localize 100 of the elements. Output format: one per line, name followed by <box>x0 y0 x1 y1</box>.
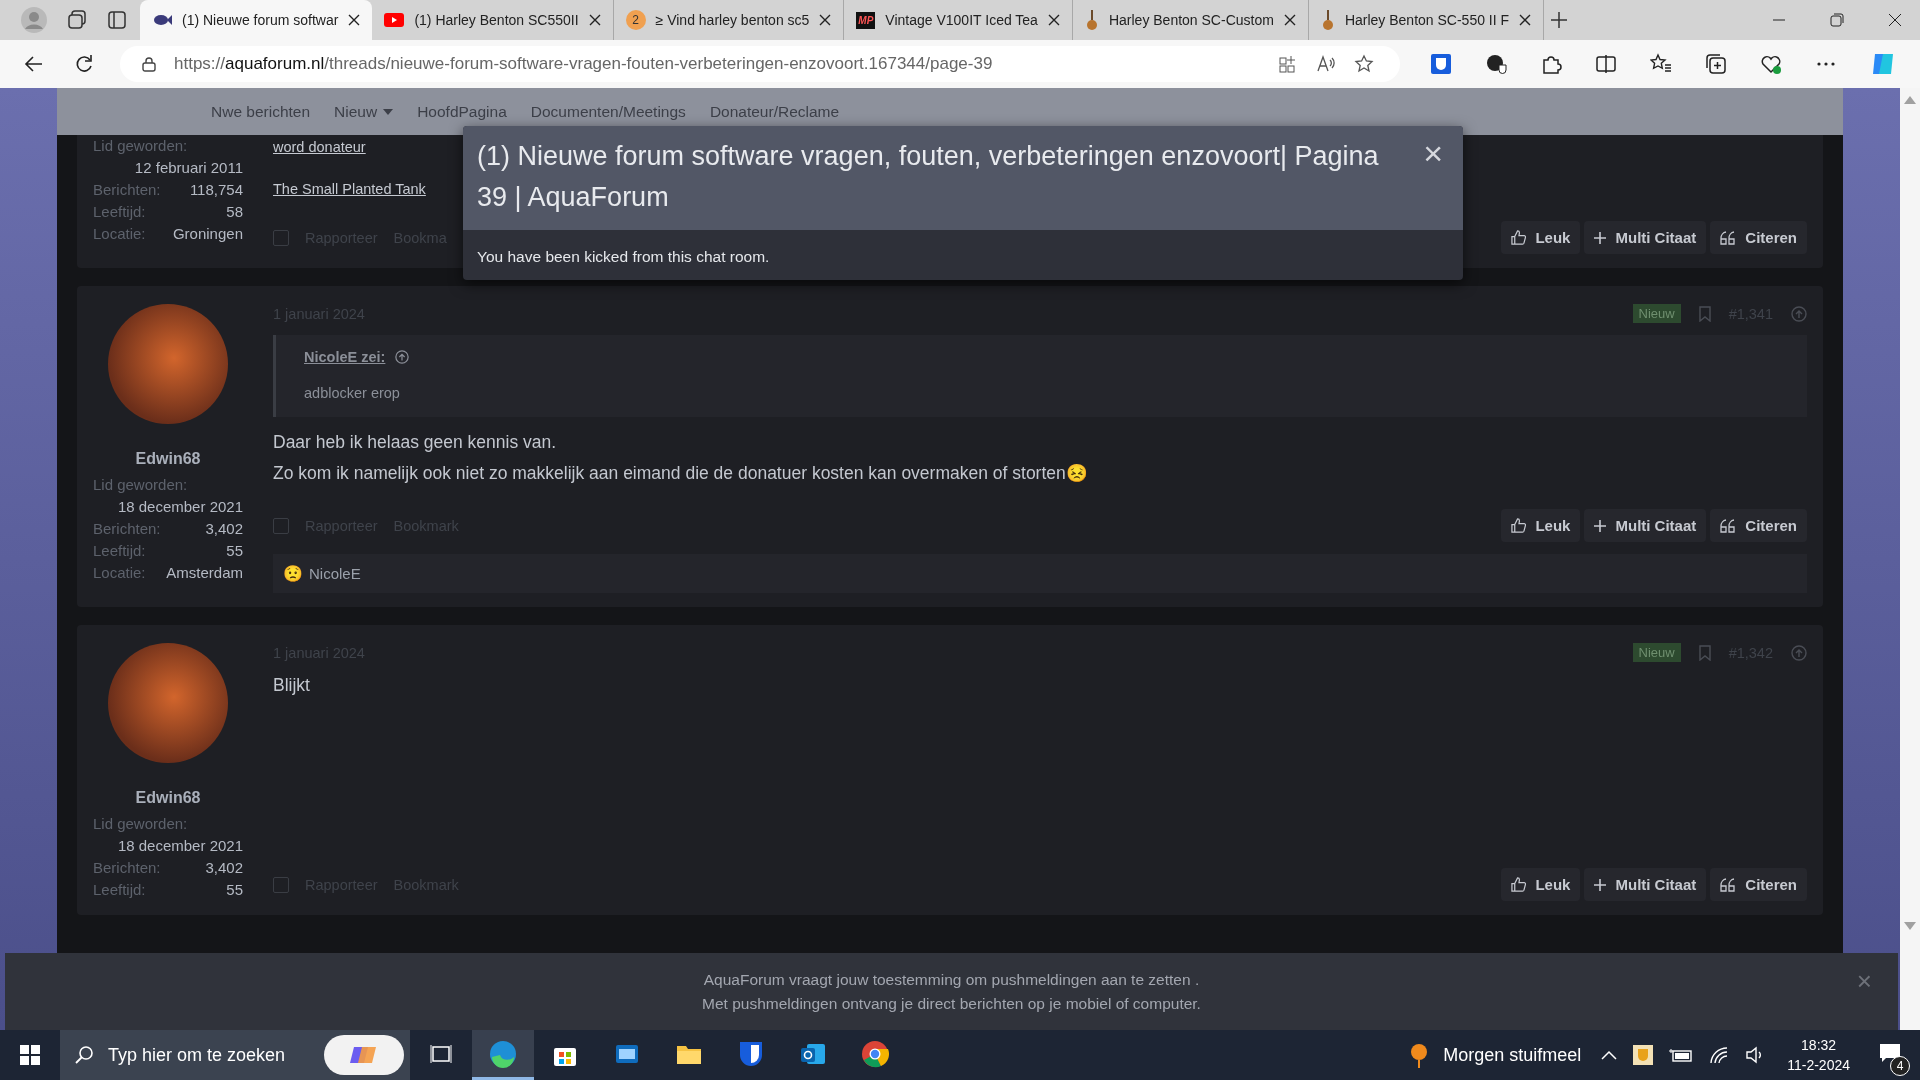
tab-title: Harley Benton SC-Custom <box>1108 12 1274 28</box>
thumbs-up-icon <box>1511 877 1527 892</box>
wifi-icon[interactable] <box>1709 1046 1730 1064</box>
read-aloud-icon[interactable] <box>1316 54 1336 74</box>
stat-value: 18 december 2021 <box>117 836 243 856</box>
action-button[interactable]: Leuk <box>1501 868 1581 901</box>
refresh-icon[interactable] <box>74 54 94 74</box>
puzzle-icon[interactable] <box>1540 53 1562 75</box>
quote-text: adblocker erop <box>304 385 401 401</box>
action-button[interactable]: Leuk <box>1501 221 1581 254</box>
tab-title: Harley Benton SC-550 II F <box>1344 12 1510 28</box>
shield-badge-icon[interactable] <box>1633 1045 1654 1065</box>
username[interactable]: Edwin68 <box>135 789 201 807</box>
plus-icon <box>1594 231 1607 244</box>
action-button[interactable]: Citeren <box>1710 868 1807 901</box>
assistant-icon[interactable] <box>1870 51 1896 77</box>
weather-text[interactable]: Morgen stuifmeel <box>1443 1044 1582 1066</box>
new-badge: Nieuw <box>1632 643 1681 662</box>
collections-icon[interactable] <box>1705 53 1727 75</box>
close-icon[interactable] <box>1888 13 1902 27</box>
stat-value: 55 <box>226 541 243 561</box>
signature-link[interactable]: word donateur <box>273 139 366 155</box>
wave-browser-icon <box>488 1038 518 1069</box>
select-checkbox[interactable] <box>273 229 289 246</box>
action-button[interactable]: Citeren <box>1710 221 1807 254</box>
signature-link[interactable]: The Small Planted Tank <box>273 181 426 197</box>
favorites-icon[interactable] <box>1650 53 1672 75</box>
restore-icon[interactable] <box>1830 13 1844 27</box>
stat-value: 18 december 2021 <box>117 497 243 517</box>
quote-author-link[interactable]: NicoleE zei: <box>304 349 386 365</box>
stat-value: 58 <box>226 202 243 222</box>
search-icon <box>74 1045 94 1065</box>
notice-text: Met pushmeldingen ontvang je direct berichten op je mobiel of computer. <box>702 994 1201 1013</box>
close-icon[interactable] <box>348 14 361 26</box>
stat-label: Berichten: <box>93 180 161 200</box>
app-add-icon[interactable] <box>1278 54 1298 74</box>
close-button[interactable]: × <box>1417 136 1449 170</box>
stat-value: Amsterdam <box>166 563 243 583</box>
stat-label: Leeftijd: <box>93 880 146 900</box>
search-field[interactable]: Typ hier om te zoeken <box>60 1030 410 1080</box>
chevron-up-icon[interactable] <box>1601 1050 1618 1060</box>
workspaces-icon[interactable] <box>66 9 88 31</box>
dialog-message: You have been kicked from this chat room. <box>476 247 771 267</box>
new-tab-icon[interactable] <box>1550 11 1569 29</box>
select-checkbox[interactable] <box>273 876 289 893</box>
select-checkbox[interactable] <box>273 517 289 534</box>
lock-icon <box>142 56 156 72</box>
tab-title: Vintage V100IT Iced Tea <box>885 12 1038 28</box>
fish-icon <box>152 13 172 27</box>
action-button[interactable]: Multi Citaat <box>1584 221 1707 254</box>
thumbs-up-icon <box>1511 230 1527 245</box>
post-text: Blijkt <box>273 674 311 697</box>
plus-icon <box>1594 519 1607 532</box>
action-button[interactable]: Citeren <box>1710 509 1807 542</box>
notification-count: 4 <box>1890 1056 1910 1076</box>
action-button[interactable]: Multi Citaat <box>1584 868 1707 901</box>
action-button[interactable]: Multi Citaat <box>1584 509 1707 542</box>
close-icon[interactable] <box>819 14 832 26</box>
split-screen-icon[interactable] <box>1595 53 1617 75</box>
stat-label: Berichten: <box>93 519 161 539</box>
stat-label: Lid geworden: <box>93 814 189 834</box>
site-logo: MP <box>856 11 876 29</box>
tab-title: (1) Nieuwe forum softwar <box>182 12 339 28</box>
post-text: Daar heb ik helaas geen kennis van. <box>273 431 558 454</box>
address-field[interactable]: https://aquaforum.nl/threads/nieuwe-forum-software-vragen-fouten-verbeteringen-enzovoort.167344/page-39 <box>120 46 1400 82</box>
battery-icon[interactable] <box>1669 1047 1694 1063</box>
close-icon[interactable] <box>1519 14 1532 26</box>
swirl-icon[interactable] <box>324 1035 404 1075</box>
quote-icon <box>1720 877 1737 892</box>
clock-date[interactable]: 11-2-2024 <box>1787 1055 1850 1075</box>
username[interactable]: Edwin68 <box>135 450 201 468</box>
arrow-up-circle-icon[interactable] <box>395 350 410 364</box>
close-icon[interactable] <box>1047 14 1060 26</box>
ring-browser-icon <box>861 1039 889 1068</box>
browser-tab[interactable]: (1) Nieuwe forum softwar <box>140 0 373 40</box>
back-icon[interactable] <box>24 54 44 74</box>
stat-label: Leeftijd: <box>93 541 146 561</box>
globe-icon[interactable] <box>1485 53 1507 75</box>
shield-icon[interactable] <box>1430 53 1452 75</box>
thumbs-up-icon <box>1511 518 1527 533</box>
close-icon[interactable] <box>588 14 601 26</box>
start-icon[interactable] <box>20 1045 40 1065</box>
tab-title: (1) Harley Benton SC550II <box>414 12 579 28</box>
guitar-icon <box>1084 10 1099 30</box>
stat-value: 3,402 <box>205 858 243 878</box>
play-icon <box>384 13 405 27</box>
stat-label: Leeftijd: <box>93 202 146 222</box>
star-icon[interactable] <box>1354 54 1374 74</box>
tab-badge: 2 <box>625 10 646 30</box>
tab-actions-icon[interactable] <box>106 9 128 31</box>
action-button[interactable]: Leuk <box>1501 509 1581 542</box>
quote-icon <box>1720 230 1737 245</box>
reaction-emoji: 😟 <box>283 564 303 583</box>
heart-pulse-icon[interactable] <box>1760 53 1782 75</box>
stat-label: Lid geworden: <box>93 475 189 495</box>
close-icon[interactable] <box>1283 14 1296 26</box>
notice-text: AquaForum vraagt jouw toestemming om pushmeldingen aan te zetten . <box>703 970 1200 989</box>
reaction-users-link[interactable]: NicoleE <box>309 565 361 582</box>
clock-time[interactable]: 18:32 <box>1801 1035 1837 1055</box>
stat-value: Groningen <box>172 224 243 244</box>
